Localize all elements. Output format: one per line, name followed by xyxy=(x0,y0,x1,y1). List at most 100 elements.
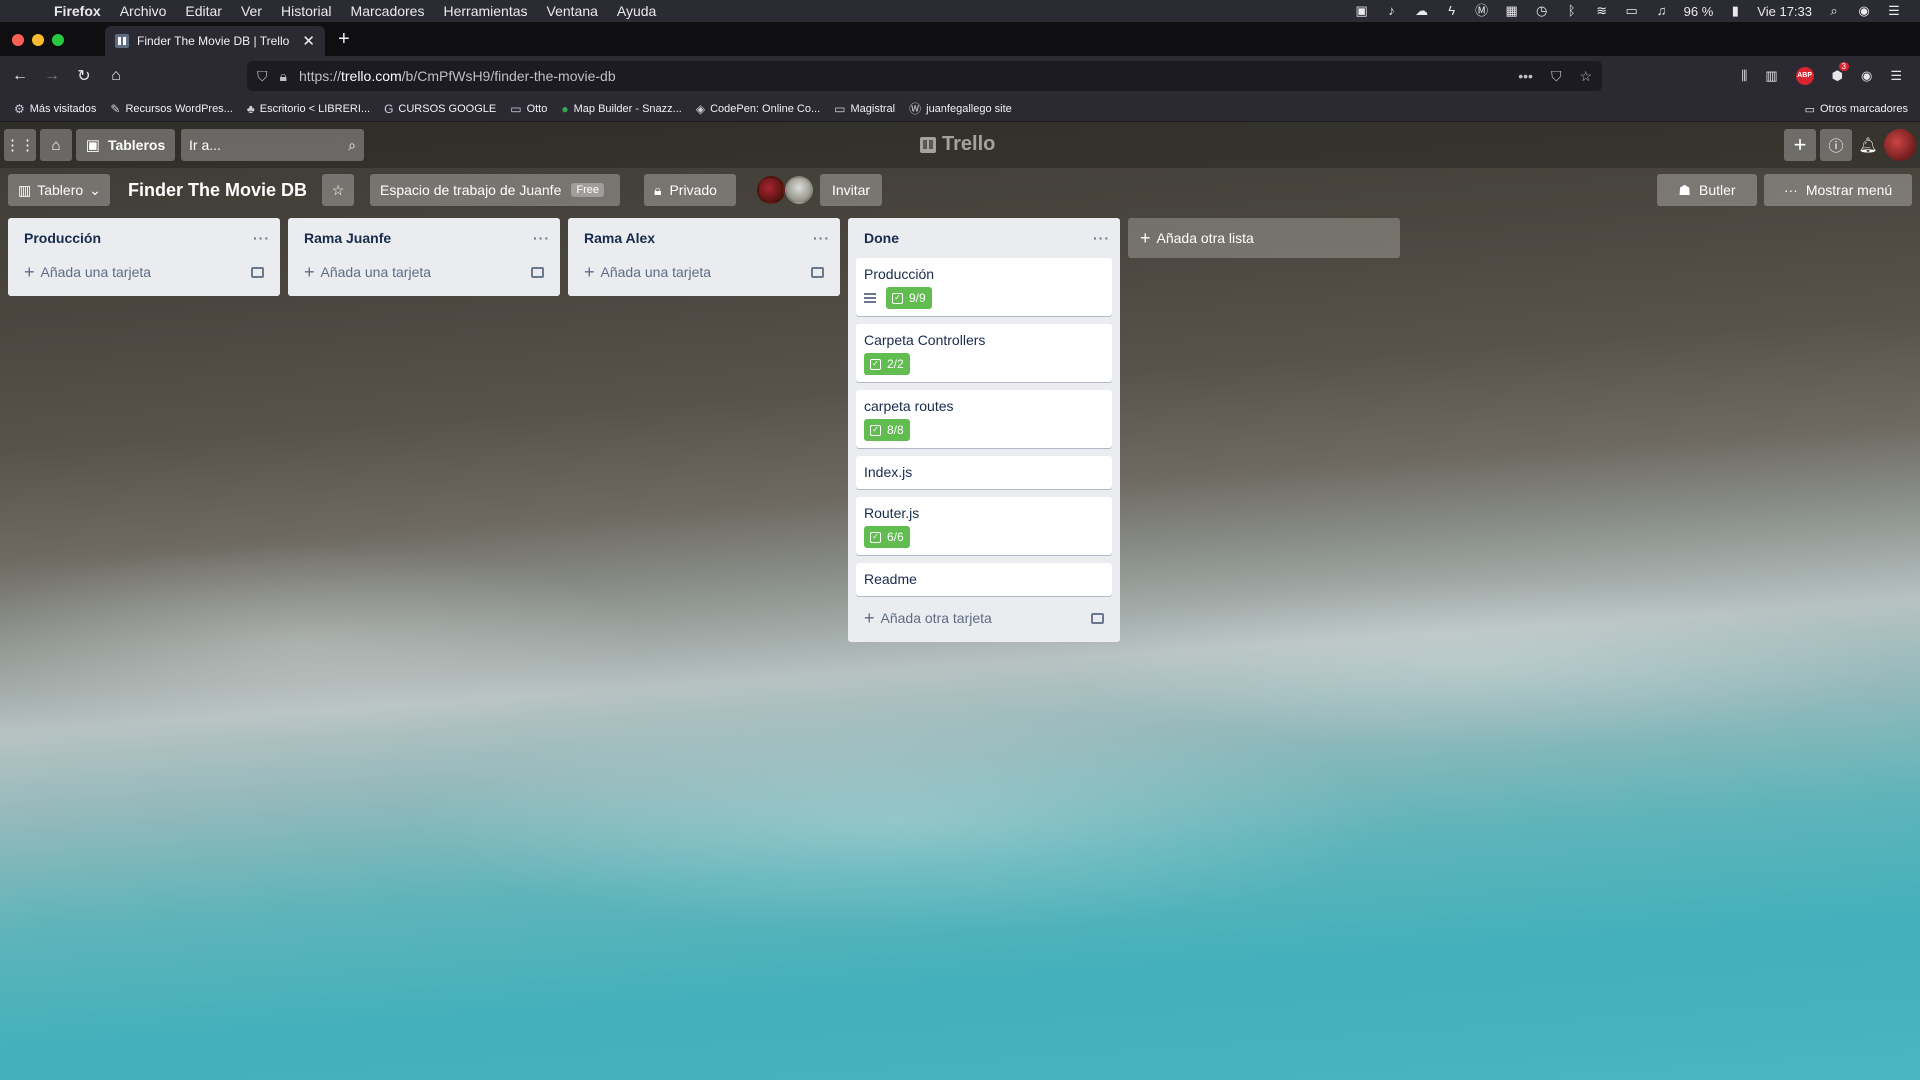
spotlight-icon[interactable]: ⌕ xyxy=(1826,4,1842,18)
reload-button[interactable]: ↻ xyxy=(68,66,100,86)
url-bar[interactable]: ⛉ 🔒︎ https://trello.com/b/CmPfWsH9/finde… xyxy=(247,61,1602,91)
volume-icon[interactable]: ♫ xyxy=(1654,4,1670,18)
bookmark-star-icon[interactable]: ☆ xyxy=(1579,68,1592,85)
add-card-button[interactable]: + Añada otra tarjeta xyxy=(856,604,1112,632)
menu-herramientas[interactable]: Herramientas xyxy=(443,3,527,19)
notifications-icon[interactable]: 🔔︎ xyxy=(1856,129,1880,161)
apps-switcher-icon[interactable]: ⋮⋮ xyxy=(4,129,36,161)
extension-icon[interactable]: ⬢ 3 xyxy=(1832,62,1849,84)
card[interactable]: Carpeta Controllers ✓ 2/2 xyxy=(856,324,1112,382)
card[interactable]: Index.js xyxy=(856,456,1112,489)
list-title[interactable]: Rama Juanfe xyxy=(304,230,391,246)
time-machine-icon[interactable]: ◷ xyxy=(1534,4,1550,18)
other-bookmarks[interactable]: ▭ Otros marcadores xyxy=(1805,96,1908,122)
trello-logo[interactable]: Trello xyxy=(920,133,995,156)
add-card-button[interactable]: + Añada una tarjeta xyxy=(16,258,272,286)
new-tab-button[interactable]: + xyxy=(338,28,350,51)
siri-icon[interactable]: ◉ xyxy=(1856,4,1872,18)
info-icon[interactable]: ⓘ xyxy=(1820,129,1852,161)
workspace-button[interactable]: Espacio de trabajo de Juanfe Free xyxy=(370,174,620,206)
bookmark-item[interactable]: Ⓦjuanfegallego site xyxy=(909,100,1012,117)
list-title[interactable]: Done xyxy=(864,230,899,246)
back-button[interactable]: ← xyxy=(4,67,36,85)
search-input[interactable]: Ir a... ⌕ xyxy=(181,129,364,161)
account-icon[interactable]: ◉ xyxy=(1861,68,1872,84)
bookmark-item[interactable]: ♣ Escritorio < LIBRERI... xyxy=(247,102,370,116)
card[interactable]: carpeta routes ✓ 8/8 xyxy=(856,390,1112,448)
card-template-icon[interactable] xyxy=(811,266,824,278)
lock-icon[interactable]: 🔒︎ xyxy=(280,68,287,85)
zoom-window-button[interactable] xyxy=(52,34,64,46)
menu-ver[interactable]: Ver xyxy=(241,3,262,19)
member-avatar[interactable] xyxy=(785,176,813,204)
add-list-button[interactable]: + Añada otra lista xyxy=(1128,218,1400,258)
list-header[interactable]: Rama Juanfe ··· xyxy=(288,218,560,258)
page-actions-icon[interactable]: ••• xyxy=(1518,68,1533,85)
bookmark-item[interactable]: G CURSOS GOOGLE xyxy=(384,102,496,116)
card-template-icon[interactable] xyxy=(1091,612,1104,624)
grid-icon[interactable]: ▦ xyxy=(1504,4,1520,18)
list-header[interactable]: Rama Alex ··· xyxy=(568,218,840,258)
menu-historial[interactable]: Historial xyxy=(281,3,332,19)
card-template-icon[interactable] xyxy=(251,266,264,278)
bookmark-folder[interactable]: ▭ Otto xyxy=(510,102,547,116)
clock[interactable]: Vie 17:33 xyxy=(1757,4,1812,19)
board-view-switcher[interactable]: ▥ Tablero ⌄ xyxy=(8,174,110,206)
list-title[interactable]: Rama Alex xyxy=(584,230,655,246)
create-icon[interactable]: + xyxy=(1784,129,1816,161)
adblock-icon[interactable]: ABP xyxy=(1795,67,1814,85)
menu-ventana[interactable]: Ventana xyxy=(547,3,598,19)
menu-app[interactable]: Firefox xyxy=(54,3,101,19)
m-icon[interactable]: Ⓜ xyxy=(1474,4,1490,18)
home-button[interactable]: ⌂ xyxy=(100,67,132,85)
add-card-button[interactable]: + Añada una tarjeta xyxy=(576,258,832,286)
bookmark-item[interactable]: ⚙ Más visitados xyxy=(14,102,96,116)
minimize-window-button[interactable] xyxy=(32,34,44,46)
add-card-button[interactable]: + Añada una tarjeta xyxy=(296,258,552,286)
boards-button[interactable]: ▣ Tableros xyxy=(76,129,175,161)
close-tab-icon[interactable]: ✕ xyxy=(302,32,315,50)
show-menu-button[interactable]: ··· Mostrar menú xyxy=(1764,174,1912,206)
bookmark-item[interactable]: ✎ Recursos WordPres... xyxy=(110,102,232,116)
bolt-icon[interactable]: ϟ xyxy=(1444,4,1460,18)
forward-button[interactable]: → xyxy=(36,67,68,85)
member-avatar[interactable] xyxy=(757,176,785,204)
microphone-icon[interactable]: ♪ xyxy=(1384,4,1400,18)
search-icon[interactable]: ⌕ xyxy=(348,137,356,154)
bookmark-item[interactable]: ● Map Builder - Snazz... xyxy=(561,102,681,116)
visibility-button[interactable]: 🔒︎ Privado xyxy=(644,174,736,206)
list-menu-icon[interactable]: ··· xyxy=(1093,230,1110,246)
invite-button[interactable]: Invitar xyxy=(820,174,882,206)
list-header[interactable]: Done ··· xyxy=(848,218,1120,258)
library-icon[interactable]: ⫼ xyxy=(1741,68,1747,84)
bluetooth-icon[interactable]: ᛒ xyxy=(1564,4,1580,18)
display-icon[interactable]: ▭ xyxy=(1624,4,1640,18)
butler-button[interactable]: ☗ Butler xyxy=(1657,174,1757,206)
list-header[interactable]: Producción ··· xyxy=(8,218,280,258)
menu-editar[interactable]: Editar xyxy=(185,3,222,19)
close-window-button[interactable] xyxy=(12,34,24,46)
board-title[interactable]: Finder The Movie DB xyxy=(122,174,313,206)
card[interactable]: Router.js ✓ 6/6 xyxy=(856,497,1112,555)
pocket-icon[interactable]: ⛉ xyxy=(1551,68,1562,85)
wifi-icon[interactable]: ≋ xyxy=(1594,4,1610,18)
card[interactable]: Readme xyxy=(856,563,1112,596)
battery-percent[interactable]: 96 % xyxy=(1684,4,1714,19)
menu-archivo[interactable]: Archivo xyxy=(120,3,167,19)
menu-marcadores[interactable]: Marcadores xyxy=(351,3,425,19)
card-template-icon[interactable] xyxy=(531,266,544,278)
screens-icon[interactable]: ▣ xyxy=(1354,4,1370,18)
star-board-icon[interactable]: ☆ xyxy=(322,174,354,206)
sidebar-icon[interactable]: ▥ xyxy=(1765,68,1777,84)
tracking-protection-icon[interactable]: ⛉ xyxy=(257,68,268,85)
list-menu-icon[interactable]: ··· xyxy=(533,230,550,246)
list-menu-icon[interactable]: ··· xyxy=(813,230,830,246)
cloud-icon[interactable]: ☁ xyxy=(1414,4,1430,18)
bookmark-item[interactable]: ◈ CodePen: Online Co... xyxy=(696,102,820,116)
notification-center-icon[interactable]: ☰ xyxy=(1886,4,1902,18)
bookmark-folder[interactable]: ▭ Magistral xyxy=(834,102,895,116)
app-menu-icon[interactable]: ☰ xyxy=(1890,68,1902,84)
list-title[interactable]: Producción xyxy=(24,230,101,246)
tab-active[interactable]: Finder The Movie DB | Trello ✕ xyxy=(105,26,325,56)
list-menu-icon[interactable]: ··· xyxy=(253,230,270,246)
